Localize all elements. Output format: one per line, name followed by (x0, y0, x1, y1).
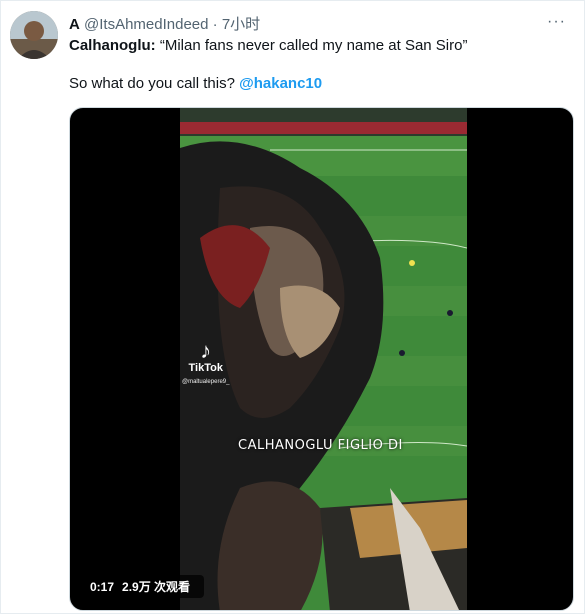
tweet-card[interactable]: A @ItsAhmedIndeed · 7小时 ··· Calhanoglu: … (0, 0, 585, 614)
tiktok-watermark: ♪ TikTok @maltualepere9_ (182, 340, 229, 386)
tiktok-logo-icon: ♪ (200, 338, 212, 363)
video-player[interactable]: ♪ TikTok @maltualepere9_ CALHANOGLU FIGL… (69, 107, 574, 611)
tweet-text-line-1: Calhanoglu: “Milan fans never called my … (69, 37, 467, 54)
more-options-icon[interactable]: ··· (547, 13, 566, 31)
video-elapsed-time: 0:17 (90, 580, 115, 594)
header-separator: · (212, 16, 218, 33)
avatar[interactable] (10, 11, 58, 59)
author-handle[interactable]: @ItsAhmedIndeed (84, 16, 208, 33)
quote-speaker: Calhanoglu: (69, 37, 156, 54)
tiktok-brand: TikTok (188, 362, 223, 374)
avatar-image (10, 11, 58, 59)
tweet-header: A @ItsAhmedIndeed · 7小时 (69, 13, 260, 34)
tiktok-username: @maltualepere9_ (182, 379, 230, 385)
tweet-timestamp[interactable]: 7小时 (222, 16, 260, 33)
video-caption: CALHANOGLU FIGLIO DI (238, 438, 403, 453)
tweet-text-line-2: So what do you call this? @hakanc10 (69, 75, 322, 92)
mention-link[interactable]: @hakanc10 (239, 75, 322, 92)
author-name[interactable]: A (69, 16, 80, 33)
video-view-count: 2.9万 次观看 (122, 580, 191, 594)
video-info-overlay: 0:17 2.9万 次观看 (84, 575, 205, 598)
question-text: So what do you call this? (69, 75, 240, 92)
quote-text: “Milan fans never called my name at San … (155, 37, 468, 54)
